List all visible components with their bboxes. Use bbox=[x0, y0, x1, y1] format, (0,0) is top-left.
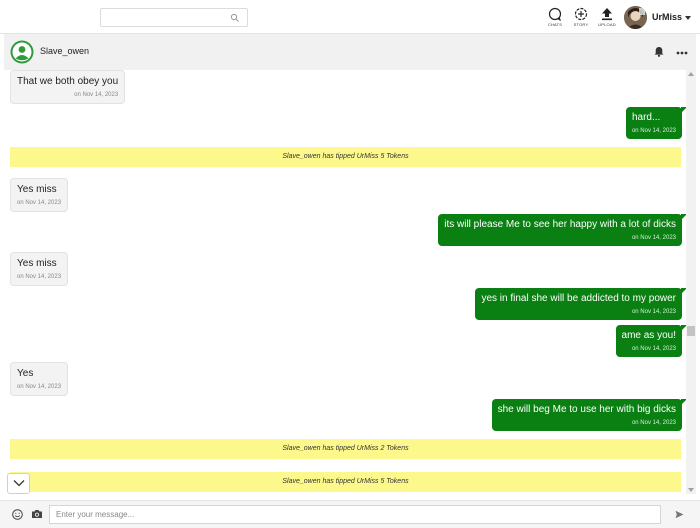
tip-notice: Slave_owen has tipped UrMiss 2 Tokens bbox=[10, 439, 681, 459]
scroll-to-bottom-button[interactable] bbox=[7, 473, 30, 494]
message-input[interactable] bbox=[49, 505, 661, 524]
more-options-icon[interactable] bbox=[676, 51, 688, 55]
upload-nav-button[interactable]: UPLOAD bbox=[592, 5, 622, 31]
message-date: on Nov 14, 2023 bbox=[631, 309, 676, 315]
send-icon[interactable] bbox=[675, 510, 684, 519]
chevron-down-icon bbox=[13, 480, 24, 487]
message-text: she will beg Me to use her with big dick… bbox=[497, 404, 676, 415]
message-incoming: That we both obey you on Nov 14, 2023 bbox=[10, 70, 126, 104]
camera-icon[interactable] bbox=[31, 509, 43, 519]
message-text: its will please Me to see her happy with… bbox=[444, 219, 676, 230]
user-avatar-image bbox=[624, 6, 647, 29]
upload-nav-label: UPLOAD bbox=[598, 22, 616, 27]
message-text: yes in final she will be addicted to my … bbox=[481, 293, 676, 304]
message-text: Yes miss bbox=[17, 184, 57, 195]
top-bar: CHATS STORY UPLOAD UrMiss bbox=[0, 0, 700, 34]
message-composer bbox=[0, 500, 700, 528]
chat-header: Slave_owen bbox=[4, 34, 696, 71]
message-outgoing: hard... on Nov 14, 2023 bbox=[625, 107, 686, 139]
message-date: on Nov 14, 2023 bbox=[631, 128, 676, 134]
contact-name[interactable]: Slave_owen bbox=[40, 46, 89, 56]
chevron-down-icon[interactable] bbox=[685, 16, 691, 20]
story-plus-icon bbox=[574, 7, 588, 21]
message-date: on Nov 14, 2023 bbox=[74, 92, 119, 98]
message-list[interactable]: That we both obey you on Nov 14, 2023 ha… bbox=[4, 70, 686, 494]
message-text: Yes miss bbox=[17, 258, 57, 269]
message-scrollbar[interactable] bbox=[686, 70, 696, 494]
user-avatar[interactable] bbox=[624, 6, 647, 29]
message-date: on Nov 14, 2023 bbox=[17, 200, 62, 206]
message-outgoing: ame as you! on Nov 14, 2023 bbox=[615, 325, 686, 357]
message-text: That we both obey you bbox=[17, 76, 119, 87]
message-incoming: Yes on Nov 14, 2023 bbox=[10, 362, 69, 396]
message-incoming: Yes miss on Nov 14, 2023 bbox=[10, 178, 69, 212]
tip-notice: Slave_owen has tipped UrMiss 5 Tokens bbox=[10, 472, 681, 492]
search-input[interactable] bbox=[100, 8, 248, 27]
message-text: Yes bbox=[17, 368, 34, 379]
contact-avatar-icon[interactable] bbox=[10, 40, 34, 64]
bell-icon[interactable] bbox=[654, 46, 664, 57]
message-outgoing: yes in final she will be addicted to my … bbox=[475, 288, 686, 320]
search-icon[interactable] bbox=[230, 13, 240, 23]
scroll-up-arrow-icon[interactable] bbox=[688, 72, 694, 76]
username-label[interactable]: UrMiss bbox=[652, 12, 682, 22]
scroll-down-arrow-icon[interactable] bbox=[688, 488, 694, 492]
message-outgoing: she will beg Me to use her with big dick… bbox=[491, 399, 686, 431]
upload-icon bbox=[602, 8, 612, 21]
message-text: ame as you! bbox=[621, 330, 676, 341]
message-date: on Nov 14, 2023 bbox=[631, 346, 676, 352]
message-date: on Nov 14, 2023 bbox=[631, 235, 676, 241]
tip-notice: Slave_owen has tipped UrMiss 5 Tokens bbox=[10, 147, 681, 167]
emoji-icon[interactable] bbox=[12, 509, 23, 520]
scrollbar-thumb[interactable] bbox=[687, 326, 695, 336]
chat-bubble-icon bbox=[548, 7, 562, 21]
message-text: hard... bbox=[631, 112, 661, 123]
message-outgoing: its will please Me to see her happy with… bbox=[438, 214, 686, 246]
message-date: on Nov 14, 2023 bbox=[17, 384, 62, 390]
message-date: on Nov 14, 2023 bbox=[631, 420, 676, 426]
message-date: on Nov 14, 2023 bbox=[17, 274, 62, 280]
message-incoming: Yes miss on Nov 14, 2023 bbox=[10, 252, 69, 286]
